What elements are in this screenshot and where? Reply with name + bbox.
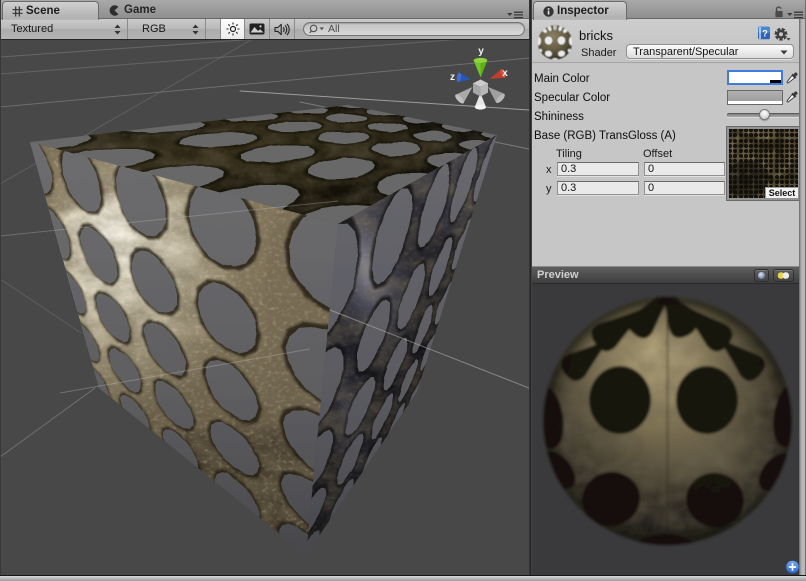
eyedropper-icon[interactable] [784,70,799,87]
preview-header[interactable]: Preview [532,266,806,284]
scene-search-field[interactable]: All [303,22,525,36]
lighting-toggle-icon [226,22,240,36]
game-tab-icon [109,5,120,16]
popup-arrows-icon [114,24,121,35]
help-button[interactable]: ? [757,26,771,40]
scene-viewport[interactable]: y x z [0,40,529,575]
gizmo-label-z[interactable]: z [450,72,455,83]
shader-field-label: Shader [581,47,616,59]
draw-mode-label: Textured [11,23,53,35]
scene-tab-icon [12,6,23,17]
help-glyph: ? [762,29,768,39]
inspector-tab-label: Inspector [557,5,609,17]
search-filter-label: All [328,24,340,34]
inspector-menu-button[interactable] [787,11,803,19]
scene-panel-menu-button[interactable] [507,11,523,19]
inspector-lock-button[interactable] [774,6,784,18]
preview-light-toggle-icon [776,271,791,280]
popup-arrows-icon [192,24,199,35]
main-color-alpha-track [729,80,781,83]
scene-viewport-container[interactable]: y x z [0,40,529,575]
main-color-label: Main Color [534,73,590,85]
preview-ball-button-icon [757,271,766,280]
header-separator [532,62,806,64]
shininess-slider[interactable] [727,113,800,117]
preview-viewport[interactable] [532,284,800,575]
texture-thumbnail[interactable]: Select [727,127,800,200]
scene-tabbar: Scene Game [0,0,529,19]
color-mode-dropdown[interactable]: RGB [128,19,206,39]
window-bottom-edge [0,575,806,581]
base-texture-label: Base (RGB) TransGloss (A) [534,130,676,142]
panel-menu-icon[interactable] [787,11,803,19]
specular-color-swatch[interactable] [727,90,783,105]
lock-icon[interactable] [774,6,784,18]
tiling-column-label: Tiling [556,148,582,160]
scene-panel: Scene Game Textured RGB All [0,0,529,575]
game-tab-label: Game [124,4,156,16]
audio-toggle-button[interactable] [270,19,295,39]
specular-color-alpha-fill [728,101,782,104]
scene-tab-label: Scene [26,5,60,17]
offset-y-field[interactable] [644,181,725,195]
gizmo-label-y[interactable]: y [478,46,484,57]
material-ball-icon [537,24,573,60]
preview-light-button[interactable] [773,269,794,282]
dropdown-arrow-icon [780,50,788,55]
settings-gear-icon[interactable] [774,27,791,42]
offset-x-field[interactable] [644,162,725,176]
scene-toolbar: Textured RGB All [0,19,529,40]
panel-menu-icon[interactable] [507,11,523,19]
search-icon [309,24,325,34]
tiling-x-field[interactable] [557,162,639,176]
inspector-tab-icon [543,6,554,17]
specular-color-eyedropper[interactable] [784,89,799,106]
effects-toggle-icon [249,23,265,35]
preview-zoom-button[interactable] [786,561,799,574]
lighting-toggle-button[interactable] [220,19,245,39]
main-color-eyedropper[interactable] [784,70,799,87]
material-ball-preview [537,24,573,60]
material-name: bricks [579,28,613,43]
main-color-swatch[interactable] [727,70,783,85]
preview-ball-button[interactable] [754,269,769,282]
shininess-label: Shininess [534,111,584,123]
shininess-slider-knob[interactable] [759,109,770,120]
settings-button[interactable] [774,27,791,42]
tab-game[interactable]: Game [103,1,162,19]
help-icon[interactable]: ? [757,26,771,40]
tab-scene[interactable]: Scene [2,1,99,20]
shader-dropdown-value: Transparent/Specular [633,46,738,58]
window-left-edge [0,0,1,575]
gizmo-label-x[interactable]: x [502,68,508,79]
inspector-panel: Inspector bricks Shader Transparent/Spec… [532,0,806,575]
audio-toggle-icon [274,23,290,36]
preview-view[interactable] [532,284,800,575]
main-color-alpha-fill [729,80,770,83]
color-mode-label: RGB [142,23,166,35]
preview-title: Preview [537,269,579,281]
draw-mode-dropdown[interactable]: Textured [1,19,128,39]
unity-editor-window: Scene Game Textured RGB All [0,0,806,581]
effects-toggle-button[interactable] [245,19,270,39]
offset-column-label: Offset [643,148,672,160]
tiling-y-field[interactable] [557,181,639,195]
specular-color-label: Specular Color [534,92,610,104]
tiling-row-x-label: x [546,164,552,176]
texture-select-button[interactable]: Select [765,187,798,198]
inspector-tabbar: Inspector [532,0,806,19]
eyedropper-icon[interactable] [784,89,799,106]
shader-dropdown[interactable]: Transparent/Specular [626,44,794,59]
tab-inspector[interactable]: Inspector [533,1,627,20]
specular-color-alpha-track [728,101,782,104]
tiling-row-y-label: y [546,183,552,195]
material-header: bricks Shader Transparent/Specular ? [532,19,806,63]
